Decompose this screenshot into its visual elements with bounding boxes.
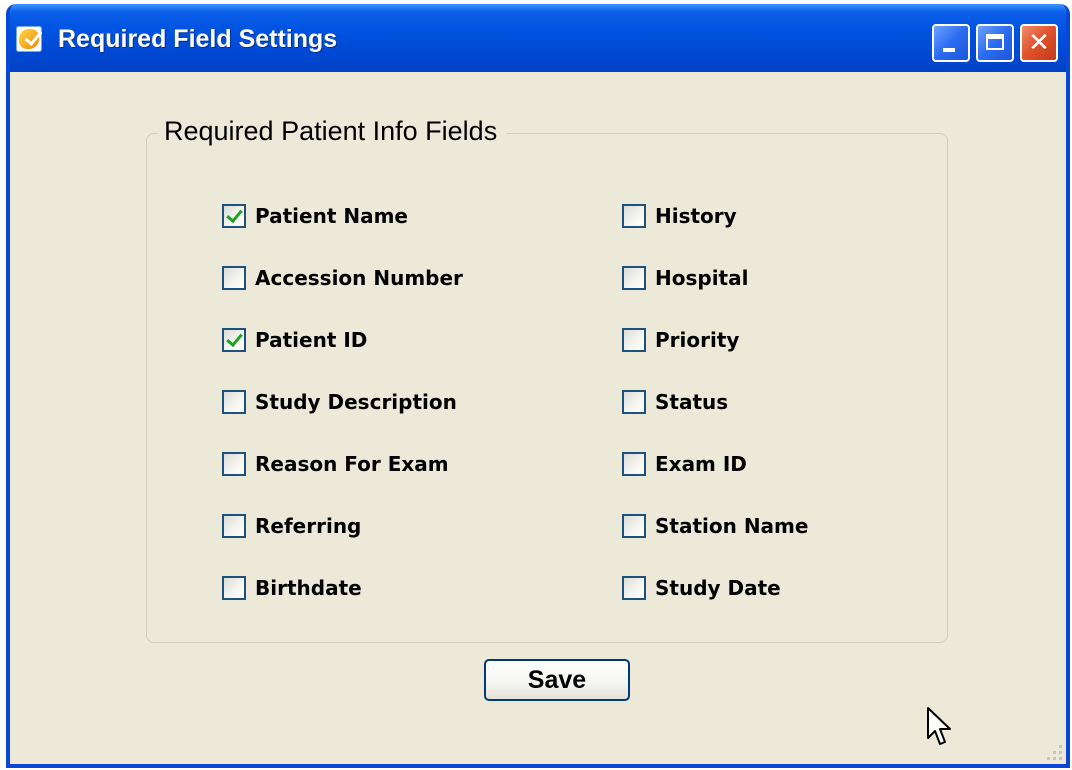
checkbox-box[interactable] bbox=[622, 266, 646, 290]
checkbox-study-description[interactable]: Study Description bbox=[222, 387, 457, 417]
required-field-settings-window: Required Field Settings ✕ Required Patie… bbox=[6, 4, 1070, 768]
group-title: Required Patient Info Fields bbox=[158, 116, 508, 147]
checkbox-exam-id[interactable]: Exam ID bbox=[622, 449, 747, 479]
minimize-icon bbox=[943, 48, 955, 52]
checkbox-box[interactable] bbox=[222, 514, 246, 538]
maximize-button[interactable] bbox=[976, 24, 1014, 62]
checkbox-accession-number[interactable]: Accession Number bbox=[222, 263, 463, 293]
checkbox-label: Birthdate bbox=[255, 576, 362, 600]
checkbox-history[interactable]: History bbox=[622, 201, 737, 231]
checkbox-box[interactable] bbox=[622, 390, 646, 414]
checkbox-box[interactable] bbox=[222, 204, 246, 228]
checkbox-box[interactable] bbox=[622, 576, 646, 600]
maximize-icon bbox=[986, 34, 1004, 50]
checkbox-box[interactable] bbox=[222, 452, 246, 476]
checkbox-box[interactable] bbox=[622, 204, 646, 228]
checkbox-label: History bbox=[655, 204, 737, 228]
close-icon: ✕ bbox=[1028, 28, 1050, 58]
mouse-pointer-icon bbox=[927, 707, 951, 745]
checkbox-label: Reason For Exam bbox=[255, 452, 449, 476]
checkbox-patient-id[interactable]: Patient ID bbox=[222, 325, 367, 355]
window-title: Required Field Settings bbox=[58, 25, 338, 53]
checkbox-referring[interactable]: Referring bbox=[222, 511, 361, 541]
checkbox-patient-name[interactable]: Patient Name bbox=[222, 201, 408, 231]
checkbox-birthdate[interactable]: Birthdate bbox=[222, 573, 362, 603]
checkbox-station-name[interactable]: Station Name bbox=[622, 511, 808, 541]
title-bar[interactable]: Required Field Settings ✕ bbox=[10, 4, 1066, 72]
checkbox-label: Patient ID bbox=[255, 328, 368, 352]
checkbox-label: Hospital bbox=[655, 266, 749, 290]
checkbox-box[interactable] bbox=[622, 452, 646, 476]
checkbox-box[interactable] bbox=[222, 390, 246, 414]
checkbox-priority[interactable]: Priority bbox=[622, 325, 739, 355]
resize-grip-icon[interactable] bbox=[1044, 742, 1064, 762]
checkbox-status[interactable]: Status bbox=[622, 387, 728, 417]
checkbox-label: Station Name bbox=[655, 514, 809, 538]
minimize-button[interactable] bbox=[932, 24, 970, 62]
close-button[interactable]: ✕ bbox=[1020, 24, 1058, 62]
checkbox-box[interactable] bbox=[622, 328, 646, 352]
checkbox-label: Accession Number bbox=[255, 266, 463, 290]
checkbox-label: Study Date bbox=[655, 576, 781, 600]
checkbox-label: Referring bbox=[255, 514, 362, 538]
checkbox-label: Priority bbox=[655, 328, 740, 352]
save-button[interactable]: Save bbox=[484, 659, 630, 701]
app-hand-icon[interactable] bbox=[16, 26, 43, 52]
checkbox-label: Exam ID bbox=[655, 452, 747, 476]
checkbox-label: Patient Name bbox=[255, 204, 408, 228]
checkbox-hospital[interactable]: Hospital bbox=[622, 263, 748, 293]
checkbox-study-date[interactable]: Study Date bbox=[622, 573, 781, 603]
checkbox-box[interactable] bbox=[622, 514, 646, 538]
checkbox-label: Study Description bbox=[255, 390, 457, 414]
checkbox-box[interactable] bbox=[222, 576, 246, 600]
checkbox-box[interactable] bbox=[222, 328, 246, 352]
checkbox-box[interactable] bbox=[222, 266, 246, 290]
checkbox-reason-for-exam[interactable]: Reason For Exam bbox=[222, 449, 449, 479]
checkbox-label: Status bbox=[655, 390, 729, 414]
